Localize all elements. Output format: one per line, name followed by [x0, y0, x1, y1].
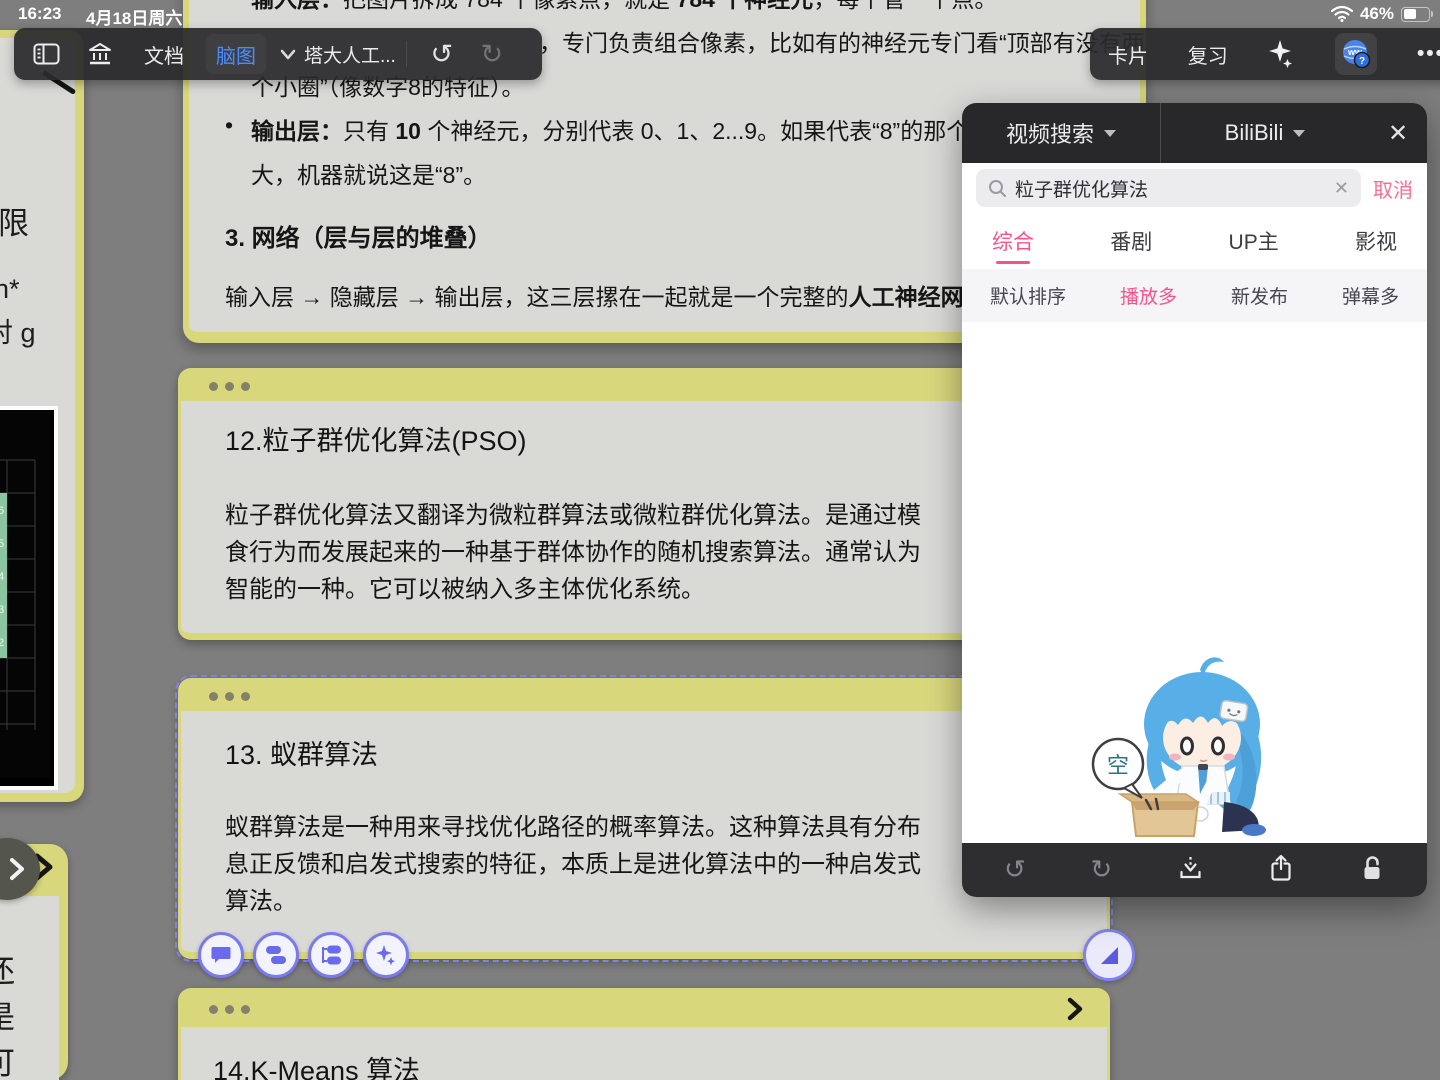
- comment-button[interactable]: [198, 932, 244, 978]
- search-query-text: 粒子群优化算法: [1015, 175, 1326, 202]
- close-panel-button[interactable]: ✕: [1369, 119, 1427, 148]
- undo-icon: ↺: [431, 41, 454, 68]
- note-line-output-layer-1: 输出层：只有 10 个神经元，分别代表 0、1、2...9。如果代表“8”的那个…: [251, 112, 1038, 146]
- svg-text:4: 4: [0, 571, 4, 583]
- main-toolbar: 文档 脑图 塔大人工... ↺ ↻: [14, 28, 542, 80]
- clear-search-icon[interactable]: ✕: [1334, 178, 1349, 199]
- share-button[interactable]: [1268, 854, 1294, 887]
- card-title: 13. 蚁群算法: [225, 733, 378, 772]
- redo-button-disabled[interactable]: ↻: [467, 34, 517, 74]
- ellipsis-icon: •••: [1417, 42, 1440, 66]
- bilibili-search-panel: 视频搜索 BiliBili ✕ 粒子群优化算法 ✕ 取消 综合 番剧 UP主 影…: [962, 103, 1427, 897]
- undo-button[interactable]: ↺: [417, 34, 467, 74]
- chevron-down-icon: [1104, 130, 1116, 137]
- site-dropdown[interactable]: BiliBili: [1161, 120, 1369, 146]
- note-line-summary: 输入层 → 隐藏层 → 输出层，这三层摞在一起就是一个完整的人工神经网络。: [225, 278, 1010, 312]
- card-dots-icon: [209, 692, 250, 701]
- tab-bangumi[interactable]: 番剧: [1106, 212, 1156, 270]
- chevron-down-icon: [1293, 130, 1305, 137]
- battery-percent: 46%: [1360, 4, 1394, 24]
- tab-mindmap-selected[interactable]: 脑图: [206, 34, 266, 74]
- tab-uploader[interactable]: UP主: [1225, 212, 1283, 270]
- svg-text:3: 3: [0, 604, 4, 616]
- cancel-search-button[interactable]: 取消: [1373, 174, 1413, 203]
- svg-text:空: 空: [1107, 753, 1129, 778]
- search-mode-dropdown[interactable]: 视频搜索: [962, 117, 1160, 149]
- date: 4月18日周六: [86, 4, 182, 29]
- chevron-down-icon: [280, 49, 296, 60]
- clipped-text-fragment: 还: [0, 946, 15, 991]
- filter-most-danmaku[interactable]: 弹幕多: [1342, 282, 1399, 309]
- sidebar-toggle-button[interactable]: [20, 34, 72, 74]
- outline-button[interactable]: [308, 932, 354, 978]
- toolbar-divider: [406, 41, 407, 67]
- panel-bottom-toolbar: ↺ ↻: [962, 843, 1427, 897]
- secondary-toolbar: 卡片 复习 ww ? •••: [1090, 28, 1440, 80]
- svg-text:5: 5: [0, 538, 4, 550]
- bilibili-mascot-illustration: 空: [1090, 652, 1300, 857]
- note-line-output-layer-2: 大，机器就说这是“8”。: [251, 156, 486, 190]
- download-icon: [1177, 854, 1204, 881]
- web-search-button-active[interactable]: ww ?: [1335, 33, 1377, 75]
- card-dots-icon: [209, 1005, 250, 1014]
- chart-thumbnail[interactable]: 6 5 4 3 2: [0, 406, 58, 790]
- tab-film[interactable]: 影视: [1351, 212, 1401, 270]
- bullet-marker: •: [225, 112, 233, 139]
- clock: 16:23: [18, 4, 61, 24]
- card-dots-icon: [209, 382, 250, 391]
- clipped-text-fragment: 可: [0, 1038, 15, 1080]
- wifi-icon: [1331, 6, 1353, 22]
- share-icon: [1268, 854, 1294, 882]
- card-resize-handle[interactable]: [1083, 929, 1135, 981]
- svg-text:2: 2: [0, 637, 4, 649]
- card-title: 12.粒子群优化算法(PSO): [225, 419, 527, 458]
- ipad-screen: 限 h* 对 g 6 5 4: [0, 0, 1440, 1080]
- card-title: 14.K-Means 算法: [213, 1049, 420, 1080]
- filter-most-played[interactable]: 播放多: [1120, 282, 1177, 309]
- ai-sparkle-button[interactable]: [1267, 34, 1295, 74]
- card-paragraph: 蚁群算法是一种用来寻找优化路径的概率算法。这种算法具有分布息正反馈和启发式搜索的…: [225, 809, 921, 920]
- result-tabs: 综合 番剧 UP主 影视: [962, 213, 1427, 270]
- library-icon-button[interactable]: [72, 34, 128, 74]
- note-line-hidden-layer-1: ，专门负责组合像素，比如有的神经元专门看“顶部有没有两: [539, 24, 1145, 58]
- left-card-text-fragment: 对 g: [0, 311, 36, 350]
- left-card-text-fragment: 限: [0, 198, 29, 243]
- unlock-button[interactable]: [1359, 854, 1385, 887]
- more-options-button[interactable]: •••: [1417, 34, 1440, 74]
- redo-icon: ↻: [481, 41, 504, 68]
- panel-header: 视频搜索 BiliBili ✕: [962, 103, 1427, 163]
- sort-filters: 默认排序 播放多 新发布 弹幕多: [962, 269, 1427, 322]
- chevron-right-icon[interactable]: [1065, 996, 1085, 1027]
- filter-default-order[interactable]: 默认排序: [990, 282, 1066, 309]
- status-bar: 16:23 4月18日周六 46%: [0, 0, 1440, 28]
- undo-button-disabled[interactable]: ↺: [1004, 857, 1026, 883]
- cards-button[interactable]: 卡片: [1108, 34, 1148, 74]
- review-button[interactable]: 复习: [1188, 34, 1228, 74]
- clipped-text-fragment: 是: [0, 992, 15, 1037]
- tab-documents[interactable]: 文档: [128, 34, 200, 74]
- battery-icon: [1401, 7, 1430, 22]
- sparkles-icon: [1267, 39, 1295, 69]
- card-header[interactable]: [181, 991, 1107, 1027]
- search-row: 粒子群优化算法 ✕ 取消: [962, 163, 1427, 213]
- linked-notes-button[interactable]: [253, 932, 299, 978]
- download-button[interactable]: [1177, 854, 1204, 886]
- filter-newest[interactable]: 新发布: [1231, 282, 1288, 309]
- empty-results-area: 空 什么都没有找到啊 T_T: [962, 322, 1427, 843]
- notebook-title-dropdown[interactable]: 塔大人工...: [280, 34, 396, 74]
- note-heading-network: 3. 网络（层与层的堆叠）: [225, 218, 492, 253]
- tab-comprehensive[interactable]: 综合: [988, 212, 1038, 270]
- unlock-icon: [1359, 854, 1385, 882]
- left-card-text-fragment: h*: [0, 274, 20, 305]
- ai-sparkle-button[interactable]: [363, 932, 409, 978]
- card-paragraph: 粒子群优化算法又翻译为微粒群算法或微粒群优化算法。是通过模食行为而发展起来的一种…: [225, 497, 921, 608]
- redo-button-disabled[interactable]: ↻: [1090, 857, 1112, 883]
- search-icon: [988, 179, 1007, 198]
- search-input[interactable]: 粒子群优化算法 ✕: [976, 169, 1361, 207]
- svg-text:6: 6: [0, 505, 4, 517]
- globe-www-icon: ww ?: [1340, 38, 1372, 70]
- note-card-kmeans[interactable]: 14.K-Means 算法: [178, 988, 1110, 1080]
- svg-text:?: ?: [1359, 56, 1365, 67]
